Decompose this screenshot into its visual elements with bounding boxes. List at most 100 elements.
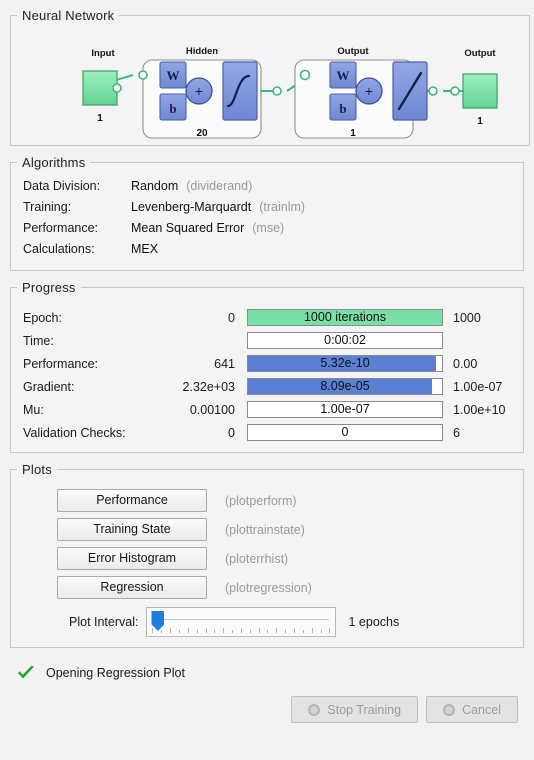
hidden-size-label: 20 (196, 128, 208, 139)
hidden-bias-symbol: b (169, 101, 176, 116)
calculations-label: Calculations: (23, 242, 95, 256)
progress-row-time: Time: 0:00:02 (23, 330, 511, 351)
plots-panel-title: Plots (17, 462, 57, 477)
plot-training-state-function: (plottrainstate) (225, 522, 305, 537)
gradient-label: Gradient: (23, 379, 75, 394)
plot-interval-slider[interactable] (146, 607, 337, 637)
performance-progress-bar: 5.32e-10 (247, 355, 443, 372)
hidden-layer-label: Hidden (186, 46, 218, 57)
epoch-label: Epoch: (23, 310, 62, 325)
algorithms-panel: Algorithms Data Division: Random (divide… (10, 155, 524, 271)
gradient-min: 2.32e+03 (182, 379, 235, 394)
training-value: Levenberg-Marquardt (131, 200, 252, 214)
mu-label: Mu: (23, 402, 44, 417)
algorithm-row: Performance: Mean Squared Error (mse) (23, 218, 511, 239)
interlayer-port (272, 86, 282, 96)
hidden-weight-symbol: W (167, 68, 180, 83)
training-label: Training: (23, 200, 72, 214)
output-bias-symbol: b (339, 101, 346, 116)
output-size-label: 1 (477, 116, 483, 127)
output-block (462, 73, 498, 109)
progress-row-performance: Performance: 641 5.32e-10 0.00 (23, 353, 511, 374)
epoch-min: 0 (228, 310, 235, 325)
performance-function: (mse) (252, 221, 285, 235)
progress-row-validation-checks: Validation Checks: 0 0 6 (23, 422, 511, 443)
hidden-input-port (138, 70, 148, 80)
plot-performance-function: (plotperform) (225, 493, 297, 508)
algorithm-row: Calculations: MEX (23, 239, 511, 260)
performance-label: Performance: (23, 221, 99, 235)
epoch-bar-text: 1000 iterations (303, 310, 386, 324)
neural-network-panel: Neural Network Input 1 Hidden W b + 20 O… (10, 8, 530, 146)
plot-error-histogram-button[interactable]: Error Histogram (57, 547, 207, 570)
epoch-max: 1000 (453, 310, 481, 325)
plots-panel: Plots Performance (plotperform) Training… (10, 462, 524, 648)
plot-interval-value: 1 epochs (348, 615, 400, 629)
input-port (112, 83, 122, 93)
input-size-label: 1 (97, 113, 103, 124)
plot-interval-row: Plot Interval: 1 epochs (23, 607, 511, 637)
plot-regression-button[interactable]: Regression (57, 576, 207, 599)
algorithms-body: Data Division: Random (dividerand) Train… (11, 170, 523, 270)
hidden-activation-block (222, 61, 258, 121)
progress-row-gradient: Gradient: 2.32e+03 8.09e-05 1.00e-07 (23, 376, 511, 397)
status-text: Opening Regression Plot (46, 666, 185, 680)
plots-body: Performance (plotperform) Training State… (11, 477, 523, 647)
stop-icon (308, 703, 321, 716)
neural-network-diagram-body: Input 1 Hidden W b + 20 Output W b + 1 O… (11, 23, 529, 145)
plot-row-regression: Regression (plotregression) (23, 576, 511, 599)
plot-regression-function: (plotregression) (225, 580, 312, 595)
data-division-function: (dividerand) (186, 179, 253, 193)
output-layer-size-label: 1 (350, 128, 356, 139)
progress-panel-title: Progress (17, 280, 81, 295)
progress-row-mu: Mu: 0.00100 1.00e-07 1.00e+10 (23, 399, 511, 420)
network-diagram-svg: Input 1 Hidden W b + 20 Output W b + 1 O… (82, 46, 498, 139)
neural-network-training-window: Neural Network Input 1 Hidden W b + 20 O… (0, 0, 534, 760)
footer-buttons: Stop Training Cancel (10, 686, 524, 733)
plot-performance-button[interactable]: Performance (57, 489, 207, 512)
gradient-max: 1.00e-07 (453, 379, 503, 394)
output-layer-label: Output (337, 46, 369, 57)
validation-checks-label: Validation Checks: (23, 425, 126, 440)
output-layer-input-port (299, 69, 311, 81)
mu-min: 0.00100 (189, 402, 235, 417)
data-division-value: Random (131, 179, 179, 193)
validation-checks-bar-text: 0 (341, 425, 349, 439)
network-diagram: Input 1 Hidden W b + 20 Output W b + 1 O… (15, 29, 525, 141)
slider-ticks (152, 626, 331, 633)
progress-panel: Progress Epoch: 0 1000 iterations 1000 T… (10, 280, 524, 453)
cancel-icon (443, 703, 456, 716)
cancel-label: Cancel (462, 702, 501, 717)
input-block-label: Input (91, 48, 115, 59)
algorithm-row: Data Division: Random (dividerand) (23, 176, 511, 197)
training-function: (trainlm) (259, 200, 306, 214)
plot-row-training-state: Training State (plottrainstate) (23, 518, 511, 541)
plot-row-performance: Performance (plotperform) (23, 489, 511, 512)
epoch-progress-bar: 1000 iterations (247, 309, 443, 326)
neural-network-panel-title: Neural Network (17, 8, 120, 23)
performance-progress-label: Performance: (23, 356, 99, 371)
input-block (82, 70, 118, 106)
time-progress-bar: 0:00:02 (247, 332, 443, 349)
performance-value: Mean Squared Error (131, 221, 245, 235)
plot-row-error-histogram: Error Histogram (ploterrhist) (23, 547, 511, 570)
mu-progress-bar: 1.00e-07 (247, 401, 443, 418)
performance-min: 641 (214, 356, 235, 371)
output-block-label: Output (464, 48, 496, 59)
stop-training-button[interactable]: Stop Training (291, 696, 419, 723)
validation-checks-progress-bar: 0 (247, 424, 443, 441)
performance-max: 0.00 (453, 356, 478, 371)
data-division-label: Data Division: (23, 179, 101, 193)
performance-bar-text: 5.32e-10 (320, 356, 370, 370)
algorithms-panel-title: Algorithms (17, 155, 91, 170)
mu-max: 1.00e+10 (453, 402, 506, 417)
gradient-progress-bar: 8.09e-05 (247, 378, 443, 395)
validation-checks-max: 6 (453, 425, 460, 440)
status-row: Opening Regression Plot (10, 654, 524, 686)
cancel-button[interactable]: Cancel (426, 696, 518, 723)
check-icon (18, 665, 34, 679)
validation-checks-min: 0 (228, 425, 235, 440)
time-label: Time: (23, 333, 54, 348)
plot-training-state-button[interactable]: Training State (57, 518, 207, 541)
plot-error-histogram-function: (ploterrhist) (225, 551, 289, 566)
